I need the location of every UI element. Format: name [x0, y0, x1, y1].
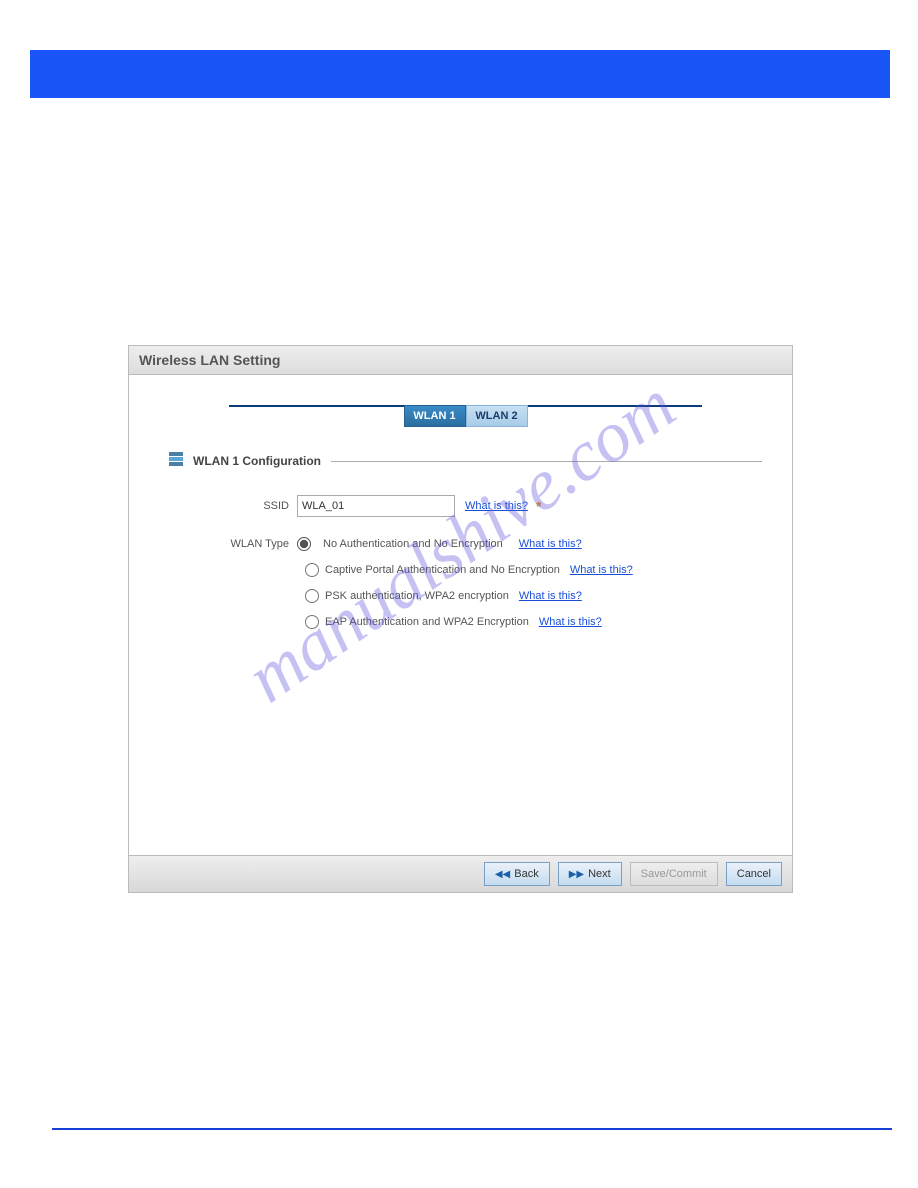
ssid-label: SSID [219, 500, 297, 512]
back-arrow-icon: ◀◀ [495, 869, 510, 880]
radio-label-2: PSK authentication, WPA2 encryption [325, 590, 509, 602]
radio-psk-wpa2[interactable] [305, 589, 319, 603]
next-arrow-icon: ▶▶ [569, 869, 584, 880]
radio-option-2: PSK authentication, WPA2 encryption What… [169, 589, 762, 603]
section-divider [331, 461, 762, 462]
help-link-3[interactable]: What is this? [539, 616, 602, 628]
wlan-type-label: WLAN Type [219, 538, 297, 550]
wlan-type-row: WLAN Type No Authentication and No Encry… [169, 537, 762, 551]
radio-label-3: EAP Authentication and WPA2 Encryption [325, 616, 529, 628]
radio-captive-portal[interactable] [305, 563, 319, 577]
section-title: WLAN 1 Configuration [193, 454, 321, 468]
tab-row: WLAN 1 WLAN 2 [169, 405, 762, 427]
radio-eap-wpa2[interactable] [305, 615, 319, 629]
back-button-label: Back [514, 868, 538, 880]
radio-option-1: Captive Portal Authentication and No Enc… [169, 563, 762, 577]
next-button[interactable]: ▶▶ Next [558, 862, 622, 886]
dialog-content: WLAN 1 WLAN 2 WLAN 1 Configuration SSID … [129, 375, 792, 855]
radio-option-3: EAP Authentication and WPA2 Encryption W… [169, 615, 762, 629]
page-bottom-rule [52, 1128, 892, 1130]
radio-label-0: No Authentication and No Encryption [323, 538, 503, 550]
next-button-label: Next [588, 868, 611, 880]
button-bar: ◀◀ Back ▶▶ Next Save/Commit Cancel [129, 855, 792, 892]
required-asterisk-icon: * [536, 498, 541, 514]
tab-wlan2[interactable]: WLAN 2 [466, 405, 528, 427]
page-header-bar [30, 50, 890, 98]
radio-option-0: No Authentication and No Encryption What… [297, 537, 582, 551]
radio-no-auth[interactable] [297, 537, 311, 551]
help-link-0[interactable]: What is this? [519, 538, 582, 550]
back-button[interactable]: ◀◀ Back [484, 862, 550, 886]
cancel-button[interactable]: Cancel [726, 862, 782, 886]
save-button-label: Save/Commit [641, 868, 707, 880]
cancel-button-label: Cancel [737, 868, 771, 880]
ssid-row: SSID What is this? * [169, 495, 762, 517]
section-header: WLAN 1 Configuration [169, 452, 762, 470]
radio-label-1: Captive Portal Authentication and No Enc… [325, 564, 560, 576]
save-commit-button: Save/Commit [630, 862, 718, 886]
tab-wlan1[interactable]: WLAN 1 [404, 405, 466, 427]
ssid-help-link[interactable]: What is this? [465, 500, 528, 512]
device-icon [169, 452, 187, 470]
help-link-1[interactable]: What is this? [570, 564, 633, 576]
help-link-2[interactable]: What is this? [519, 590, 582, 602]
ssid-input[interactable] [297, 495, 455, 517]
dialog-title: Wireless LAN Setting [129, 346, 792, 375]
wlan-setting-dialog: Wireless LAN Setting WLAN 1 WLAN 2 WLAN … [128, 345, 793, 893]
